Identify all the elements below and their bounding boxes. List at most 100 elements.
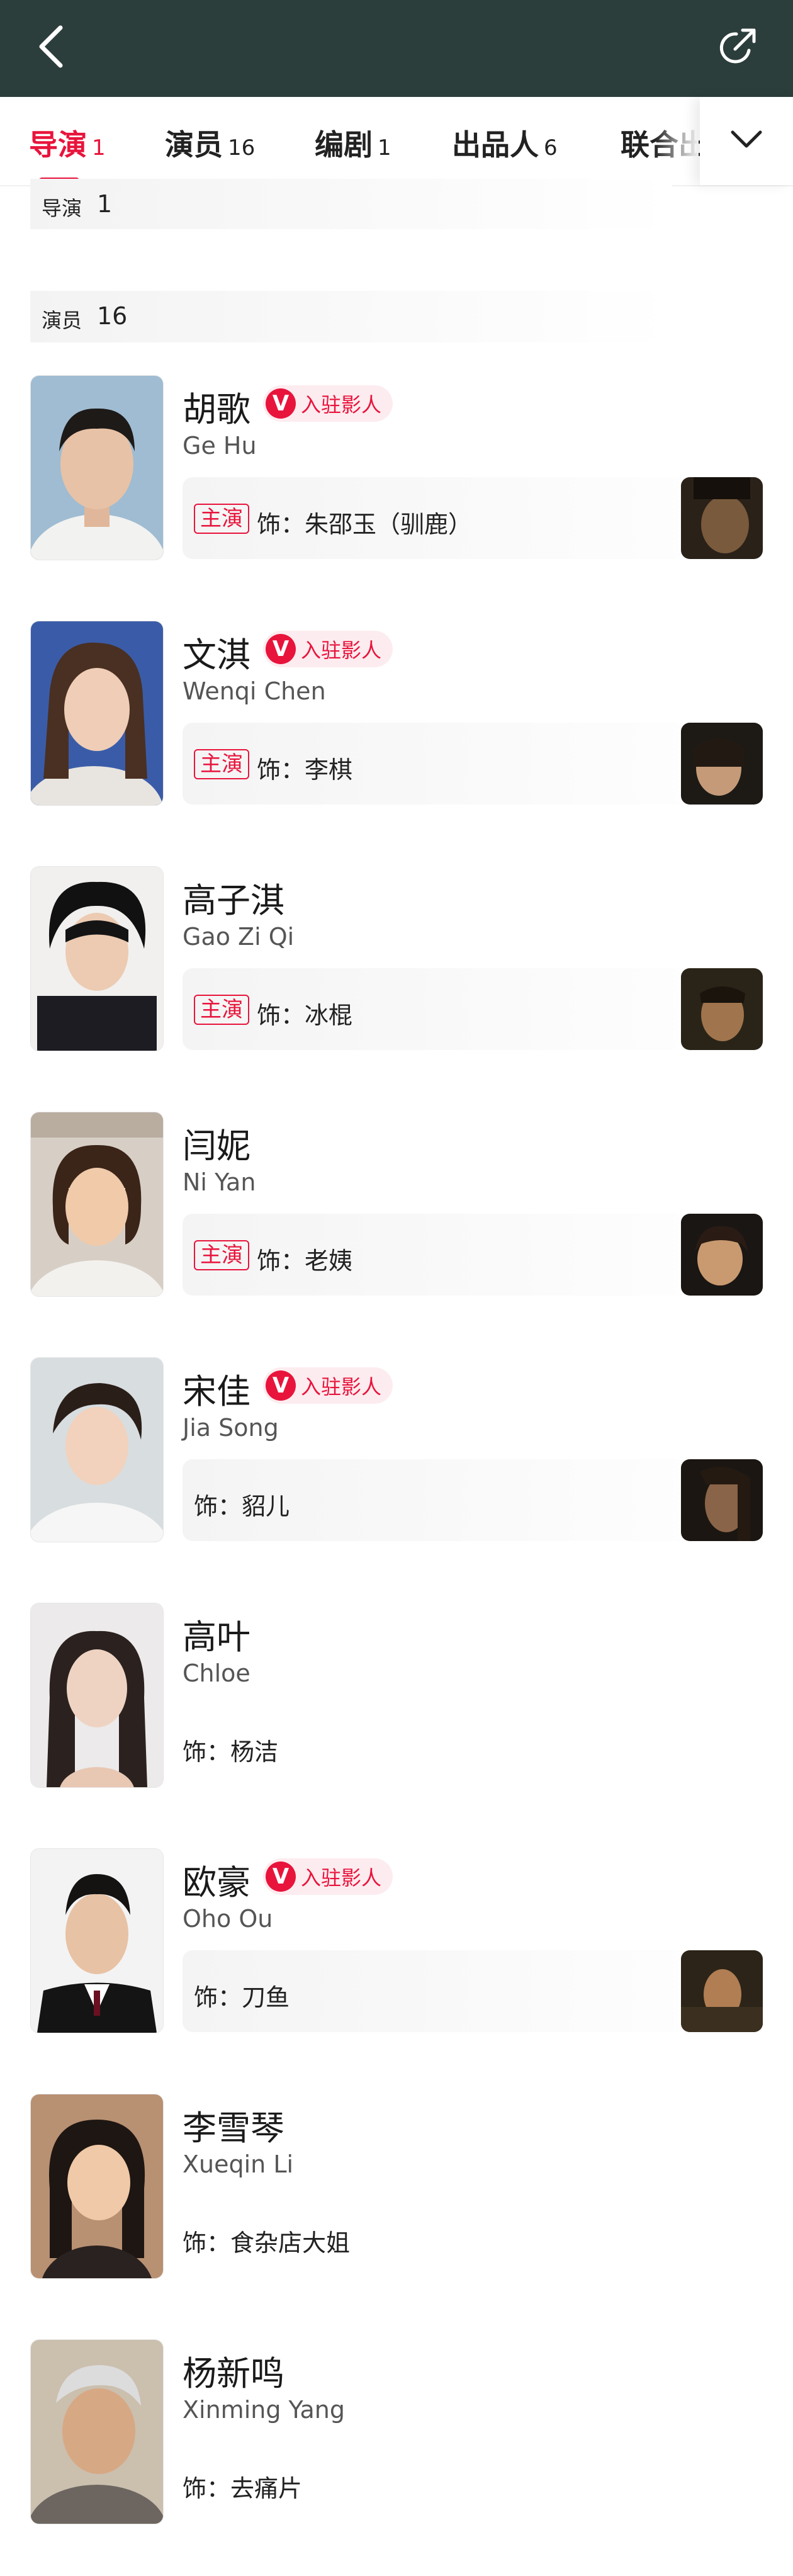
actor-name-cn: 高叶 bbox=[183, 1617, 250, 1657]
lead-tag: 主演 bbox=[194, 749, 249, 779]
verified-v-icon: V bbox=[266, 1370, 296, 1401]
tab-producer[interactable]: 出品人 6 bbox=[452, 122, 558, 164]
lead-tag: 主演 bbox=[194, 1240, 249, 1270]
verified-badge: V 入驻影人 bbox=[263, 1367, 393, 1404]
role-card[interactable]: 饰：去痛片 bbox=[183, 2441, 763, 2523]
role-still-thumbnail[interactable] bbox=[681, 477, 763, 559]
tab-director[interactable]: 导演 1 bbox=[29, 122, 106, 164]
tab-label: 导演 bbox=[29, 128, 87, 162]
section-header-cast: 演员 16 bbox=[30, 291, 672, 342]
verified-badge: V 入驻影人 bbox=[263, 631, 393, 667]
actor-name-en: Wenqi Chen bbox=[183, 677, 326, 705]
tab-count: 6 bbox=[544, 135, 558, 161]
badge-label: 入驻影人 bbox=[301, 638, 382, 662]
cast-item[interactable]: 胡歌 V 入驻影人 Ge Hu 主演 饰：朱邵玉（驯鹿） bbox=[0, 375, 793, 602]
role-card[interactable]: 主演 饰：朱邵玉（驯鹿） bbox=[183, 477, 763, 559]
avatar[interactable] bbox=[30, 375, 164, 560]
avatar[interactable] bbox=[30, 1603, 164, 1788]
chevron-down-icon bbox=[731, 130, 762, 148]
role-text: 饰：冰棍 bbox=[257, 1002, 353, 1029]
role-card[interactable]: 饰：貂儿 bbox=[183, 1459, 763, 1541]
verified-v-icon: V bbox=[266, 634, 296, 664]
actor-name-en: Xueqin Li bbox=[183, 2150, 294, 2178]
lead-tag: 主演 bbox=[194, 995, 249, 1025]
actor-name-en: Ge Hu bbox=[183, 432, 257, 460]
role-card[interactable]: 饰：刀鱼 bbox=[183, 1950, 763, 2032]
tab-count: 1 bbox=[92, 135, 106, 161]
tab-label: 编剧 bbox=[315, 128, 373, 162]
actor-name-en: Gao Zi Qi bbox=[183, 923, 295, 951]
avatar[interactable] bbox=[30, 2339, 164, 2524]
avatar[interactable] bbox=[30, 2094, 164, 2279]
tab-cast[interactable]: 演员 16 bbox=[165, 122, 255, 164]
actor-name-cn: 欧豪 bbox=[183, 1863, 250, 1902]
badge-label: 入驻影人 bbox=[301, 1375, 382, 1399]
actor-name-cn: 杨新鸣 bbox=[183, 2354, 284, 2393]
verified-v-icon: V bbox=[266, 1861, 296, 1892]
avatar[interactable] bbox=[30, 866, 164, 1051]
actor-name-cn: 文淇 bbox=[183, 635, 250, 675]
actor-name-cn: 宋佳 bbox=[183, 1372, 250, 1411]
role-text: 饰：杨洁 bbox=[183, 1738, 279, 1766]
role-card[interactable]: 主演 饰：冰棍 bbox=[183, 968, 763, 1050]
role-still-thumbnail[interactable] bbox=[681, 1950, 763, 2032]
cast-item[interactable]: 闫妮 Ni Yan 主演 饰：老姨 bbox=[0, 1112, 793, 1338]
role-text: 饰：李棋 bbox=[257, 756, 353, 784]
role-card[interactable]: 主演 饰：老姨 bbox=[183, 1214, 763, 1296]
actor-name-cn: 闫妮 bbox=[183, 1126, 250, 1166]
tab-count: 1 bbox=[378, 135, 391, 161]
cast-item[interactable]: 欧豪 V 入驻影人 Oho Ou 饰：刀鱼 bbox=[0, 1848, 793, 2075]
actor-name-en: Chloe bbox=[183, 1659, 250, 1687]
role-still-thumbnail[interactable] bbox=[681, 1459, 763, 1541]
section-label: 导演 bbox=[42, 196, 82, 220]
role-text: 饰：朱邵玉（驯鹿） bbox=[257, 511, 473, 538]
cast-item[interactable]: 高子淇 Gao Zi Qi 主演 饰：冰棍 bbox=[0, 866, 793, 1093]
avatar[interactable] bbox=[30, 1848, 164, 2033]
actor-name-en: Oho Ou bbox=[183, 1905, 273, 1933]
tab-label: 演员 bbox=[165, 128, 223, 162]
top-bar bbox=[0, 0, 793, 97]
tab-writer[interactable]: 编剧 1 bbox=[315, 122, 391, 164]
actor-name-cn: 高子淇 bbox=[183, 881, 284, 920]
actor-name-en: Jia Song bbox=[183, 1414, 279, 1442]
role-text: 饰：貂儿 bbox=[194, 1493, 290, 1520]
avatar[interactable] bbox=[30, 1112, 164, 1297]
actor-name-en: Xinming Yang bbox=[183, 2396, 346, 2424]
role-text: 饰：老姨 bbox=[257, 1247, 353, 1275]
section-count: 16 bbox=[97, 302, 128, 330]
tab-fade bbox=[655, 97, 699, 185]
tab-label: 出品人 bbox=[452, 128, 539, 162]
badge-label: 入驻影人 bbox=[301, 393, 382, 417]
role-card[interactable]: 主演 饰：李棋 bbox=[183, 723, 763, 805]
share-icon[interactable] bbox=[716, 25, 760, 69]
role-still-thumbnail[interactable] bbox=[681, 1214, 763, 1296]
role-card[interactable]: 饰：食杂店大姐 bbox=[183, 2196, 763, 2278]
more-tabs-button[interactable] bbox=[700, 97, 793, 185]
cast-item[interactable]: 高叶 Chloe 饰：杨洁 bbox=[0, 1603, 793, 1829]
lead-tag: 主演 bbox=[194, 504, 249, 534]
actor-name-cn: 胡歌 bbox=[183, 390, 250, 429]
verified-badge: V 入驻影人 bbox=[263, 385, 393, 422]
avatar[interactable] bbox=[30, 621, 164, 806]
role-text: 饰：去痛片 bbox=[183, 2475, 303, 2502]
back-chevron-icon[interactable] bbox=[34, 24, 72, 69]
avatar[interactable] bbox=[30, 1357, 164, 1542]
section-label: 演员 bbox=[42, 308, 82, 332]
tab-count: 16 bbox=[228, 135, 256, 161]
section-header-director: 导演 1 bbox=[30, 179, 672, 229]
role-card[interactable]: 饰：杨洁 bbox=[183, 1705, 763, 1787]
section-count: 1 bbox=[97, 190, 113, 218]
cast-item[interactable]: 宋佳 V 入驻影人 Jia Song 饰：貂儿 bbox=[0, 1357, 793, 1584]
cast-item[interactable]: 杨新鸣 Xinming Yang 饰：去痛片 bbox=[0, 2339, 793, 2566]
cast-item[interactable]: 文淇 V 入驻影人 Wenqi Chen 主演 饰：李棋 bbox=[0, 621, 793, 847]
actor-name-cn: 李雪琴 bbox=[183, 2108, 284, 2148]
role-still-thumbnail[interactable] bbox=[681, 723, 763, 805]
role-text: 饰：食杂店大姐 bbox=[183, 2229, 351, 2257]
cast-item[interactable]: 李雪琴 Xueqin Li 饰：食杂店大姐 bbox=[0, 2094, 793, 2320]
role-text: 饰：刀鱼 bbox=[194, 1984, 290, 2011]
actor-name-en: Ni Yan bbox=[183, 1168, 256, 1196]
verified-v-icon: V bbox=[266, 388, 296, 419]
verified-badge: V 入驻影人 bbox=[263, 1858, 393, 1895]
role-still-thumbnail[interactable] bbox=[681, 968, 763, 1050]
badge-label: 入驻影人 bbox=[301, 1866, 382, 1890]
